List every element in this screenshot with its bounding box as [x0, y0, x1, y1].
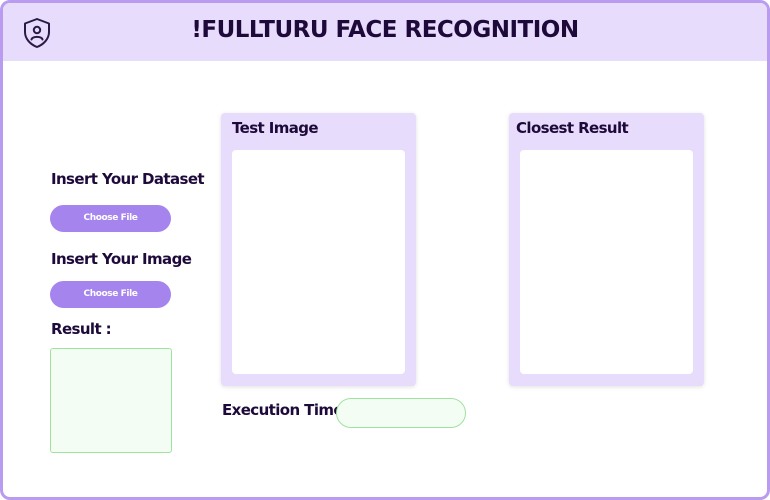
- test-image-canvas: [232, 150, 405, 374]
- execution-time-label: Execution Time :: [222, 401, 354, 419]
- test-image-panel: Test Image: [221, 113, 416, 386]
- closest-result-title: Closest Result: [516, 119, 629, 137]
- closest-result-panel: Closest Result: [509, 113, 704, 386]
- app-window: !FULLTURU FACE RECOGNITION Insert Your D…: [0, 0, 770, 500]
- test-image-title: Test Image: [232, 119, 319, 137]
- image-label: Insert Your Image: [51, 250, 192, 268]
- dataset-choose-file-button[interactable]: Choose File: [50, 205, 171, 232]
- execution-time-field: [336, 398, 466, 428]
- image-choose-file-button[interactable]: Choose File: [50, 281, 171, 308]
- result-output-box: [50, 348, 172, 453]
- header-bar: !FULLTURU FACE RECOGNITION: [3, 3, 767, 61]
- closest-result-canvas: [520, 150, 693, 374]
- dataset-label: Insert Your Dataset: [51, 170, 205, 188]
- app-title: !FULLTURU FACE RECOGNITION: [191, 17, 579, 43]
- result-label: Result :: [51, 320, 112, 338]
